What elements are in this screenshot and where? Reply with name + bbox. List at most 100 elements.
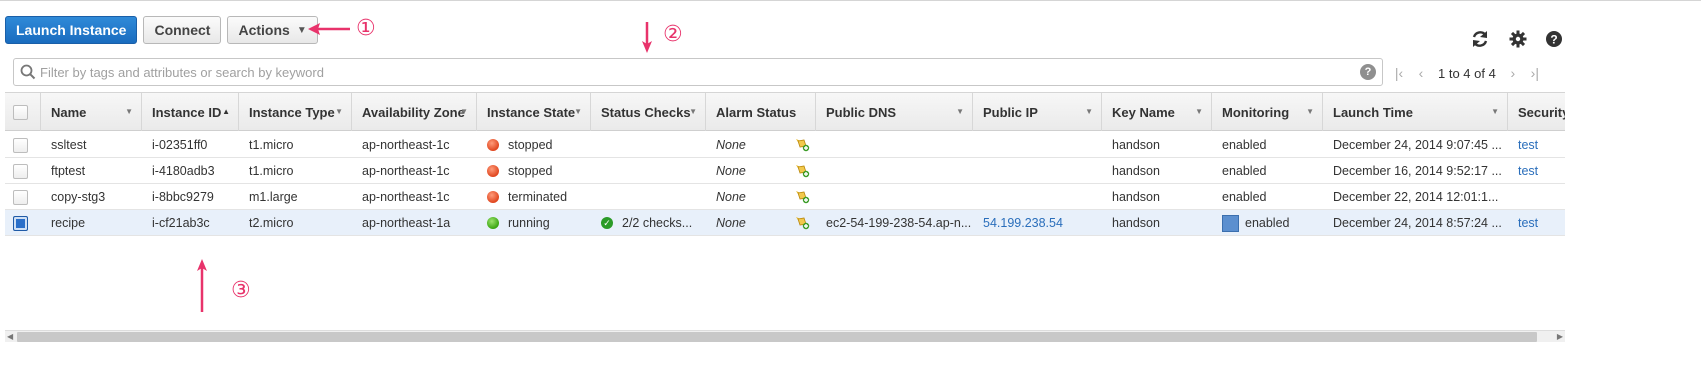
cell-public-ip[interactable]	[973, 132, 1102, 158]
row-checkbox[interactable]	[13, 137, 28, 153]
launch-instance-button[interactable]: Launch Instance	[5, 16, 138, 44]
row-checkbox[interactable]	[13, 163, 28, 179]
sort-icon: ▼	[460, 107, 468, 116]
last-page-icon[interactable]: ›|	[1524, 65, 1546, 81]
cell-instance-state: stopped	[477, 158, 591, 184]
state-text: running	[508, 216, 550, 230]
check-icon: ✓	[601, 217, 613, 229]
cell-instance-state: running	[477, 210, 591, 236]
cell-monitoring: enabled	[1222, 190, 1267, 204]
gear-icon[interactable]	[1507, 28, 1529, 50]
search-help-icon[interactable]: ?	[1360, 64, 1376, 80]
add-alarm-icon[interactable]	[794, 214, 810, 233]
column-header-instance-state[interactable]: Instance State ▼	[477, 93, 591, 131]
cell-public-dns	[816, 184, 973, 210]
cell-instance-type: t1.micro	[249, 138, 294, 152]
cell-public-dns: ec2-54-199-238-54.ap-n...	[826, 216, 972, 230]
cell-availability-zone: ap-northeast-1a	[362, 216, 451, 230]
cell-launch-time: December 22, 2014 12:01:1...	[1333, 190, 1499, 204]
table-row[interactable]: ssltest i-02351ff0 t1.micro ap-northeast…	[5, 132, 1565, 158]
column-header-security[interactable]: Security	[1508, 93, 1565, 131]
prev-page-icon[interactable]: ‹	[1410, 65, 1432, 81]
sort-icon: ▼	[574, 107, 582, 116]
search-input[interactable]	[40, 59, 1350, 85]
column-label: Monitoring	[1222, 104, 1290, 120]
horizontal-scrollbar[interactable]: ◀ ▶	[5, 330, 1565, 342]
select-all-checkbox[interactable]	[13, 104, 28, 120]
column-header-name[interactable]: Name ▼	[41, 93, 142, 131]
monitoring-graph-icon[interactable]	[1222, 214, 1239, 232]
table-header: Name ▼ Instance ID ▲ Instance Type ▼ Availa…	[5, 93, 1565, 131]
cell-public-ip[interactable]: 54.199.238.54	[973, 210, 1102, 236]
cell-availability-zone: ap-northeast-1c	[362, 164, 450, 178]
cell-launch-time: December 16, 2014 9:52:17 ...	[1333, 164, 1502, 178]
row-select-cell	[5, 158, 41, 184]
row-checkbox[interactable]	[13, 215, 28, 231]
running-status-icon	[487, 217, 499, 229]
first-page-icon[interactable]: |‹	[1388, 65, 1410, 81]
stopped-status-icon	[487, 139, 499, 151]
scroll-right-icon[interactable]: ▶	[1557, 331, 1563, 343]
cell-alarm-status: None	[716, 190, 746, 204]
annotation-arrow-2	[642, 22, 652, 53]
next-page-icon[interactable]: ›	[1502, 65, 1524, 81]
connect-button[interactable]: Connect	[143, 16, 222, 44]
column-header-key-name[interactable]: Key Name ▼	[1102, 93, 1212, 131]
cell-instance-id: i-4180adb3	[152, 164, 215, 178]
refresh-icon[interactable]	[1469, 28, 1491, 50]
column-label: Alarm Status	[716, 104, 797, 120]
annotation-label-2: ②	[663, 22, 683, 47]
scroll-left-icon[interactable]: ◀	[7, 331, 13, 343]
cell-security[interactable]: test	[1508, 210, 1565, 236]
table-row[interactable]: ftptest i-4180adb3 t1.micro ap-northeast…	[5, 158, 1565, 184]
column-label: Instance State	[487, 104, 576, 120]
cell-instance-type: m1.large	[249, 190, 298, 204]
column-header-instance-id[interactable]: Instance ID ▲	[142, 93, 239, 131]
column-header-monitoring[interactable]: Monitoring ▼	[1212, 93, 1323, 131]
cell-public-ip[interactable]	[973, 184, 1102, 210]
status-checks-text: 2/2 checks...	[622, 216, 693, 230]
cell-monitoring: enabled	[1212, 210, 1323, 236]
column-label: Instance ID	[152, 104, 222, 120]
cell-public-dns	[816, 158, 973, 184]
column-header-status-checks[interactable]: Status Checks ▼	[591, 93, 706, 131]
column-label: Instance Type	[249, 104, 335, 120]
cell-security[interactable]: test	[1508, 132, 1565, 158]
instances-table: Name ▼ Instance ID ▲ Instance Type ▼ Availa…	[5, 92, 1565, 328]
cell-status-checks: ✓ 2/2 checks...	[591, 210, 706, 236]
cell-availability-zone: ap-northeast-1c	[362, 190, 450, 204]
column-header-alarm-status[interactable]: Alarm Status	[706, 93, 816, 131]
terminated-status-icon	[487, 191, 499, 203]
cell-name: ssltest	[51, 138, 87, 152]
row-checkbox[interactable]	[13, 189, 28, 205]
monitoring-text: enabled	[1245, 216, 1290, 230]
add-alarm-icon[interactable]	[794, 188, 810, 207]
select-all-cell	[5, 93, 41, 131]
table-row[interactable]: copy-stg3 i-8bbc9279 m1.large ap-northea…	[5, 184, 1565, 210]
scrollbar-thumb[interactable]	[17, 332, 1537, 342]
column-header-launch-time[interactable]: Launch Time ▼	[1323, 93, 1508, 131]
actions-button[interactable]: Actions ▼	[227, 16, 318, 44]
sort-icon: ▼	[335, 107, 343, 116]
row-select-cell	[5, 210, 41, 236]
add-alarm-icon[interactable]	[794, 162, 810, 181]
column-header-public-ip[interactable]: Public IP ▼	[973, 93, 1102, 131]
state-text: stopped	[508, 138, 553, 152]
sort-icon: ▼	[689, 107, 697, 116]
cell-public-ip[interactable]	[973, 158, 1102, 184]
sort-icon: ▼	[956, 107, 964, 116]
cell-security[interactable]: test	[1508, 158, 1565, 184]
column-header-instance-type[interactable]: Instance Type ▼	[239, 93, 352, 131]
cell-status-checks	[591, 158, 706, 184]
cell-alarm-status: None	[716, 138, 746, 152]
column-label: Key Name	[1112, 104, 1175, 120]
table-row-selected[interactable]: recipe i-cf21ab3c t2.micro ap-northeast-…	[5, 210, 1565, 236]
cell-security[interactable]	[1508, 184, 1565, 210]
cell-status-checks	[591, 132, 706, 158]
column-label: Public IP	[983, 104, 1038, 120]
cell-key-name: handson	[1112, 138, 1160, 152]
column-header-availability-zone[interactable]: Availability Zone ▼	[352, 93, 477, 131]
column-header-public-dns[interactable]: Public DNS ▼	[816, 93, 973, 131]
add-alarm-icon[interactable]	[794, 136, 810, 155]
help-icon[interactable]: ?	[1543, 28, 1565, 50]
